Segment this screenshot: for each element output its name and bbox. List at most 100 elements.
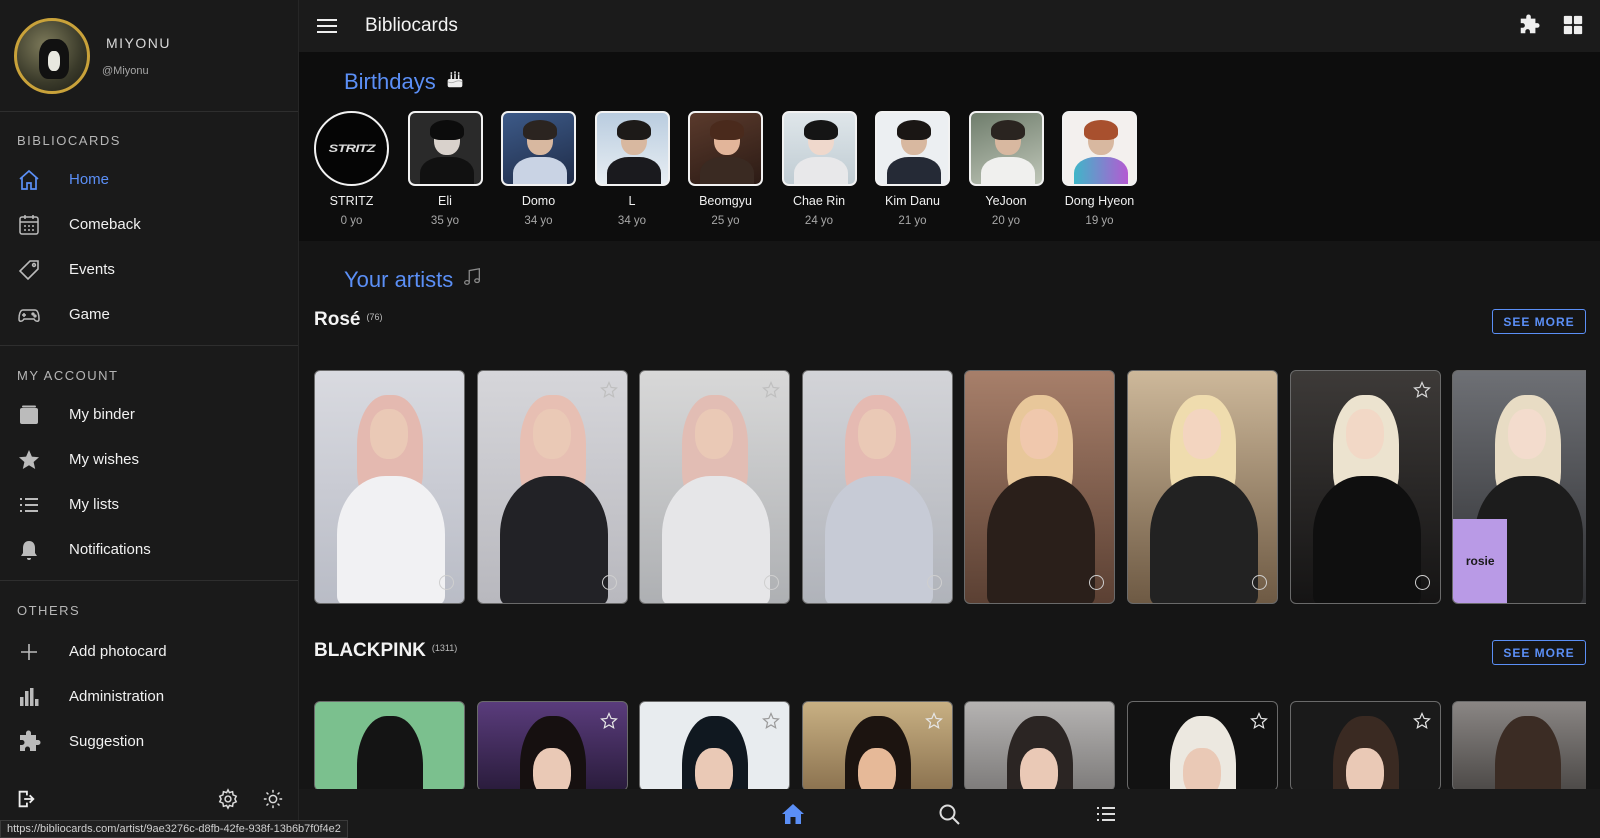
- app-title: Bibliocards: [365, 15, 458, 36]
- sidebar-item-my-wishes[interactable]: My wishes: [0, 437, 298, 482]
- birthday-name: Eli: [438, 194, 452, 208]
- photocard[interactable]: [1126, 370, 1278, 604]
- birthday-age: 35 yo: [430, 215, 460, 227]
- theme-toggle-icon[interactable]: [262, 788, 284, 810]
- card-row-rose: rosie: [314, 370, 1586, 604]
- sidebar-item-my-binder[interactable]: My binder: [0, 392, 298, 437]
- collect-checkbox-icon[interactable]: [764, 575, 780, 590]
- star-icon: [17, 448, 41, 472]
- photocard[interactable]: [801, 701, 953, 789]
- wishlist-star-icon[interactable]: [1412, 381, 1431, 399]
- birthday-item[interactable]: YeJoon 20 yo: [968, 111, 1044, 227]
- photocard[interactable]: [801, 370, 953, 604]
- sidebar-item-comeback[interactable]: Comeback: [0, 202, 298, 247]
- divider: [0, 580, 298, 581]
- birthdays-section: Birthdays STRITZ STRITZ 0 yo Eli 35 yo D…: [299, 52, 1600, 241]
- list-icon: [17, 493, 41, 517]
- search-icon[interactable]: [937, 802, 961, 826]
- calendar-icon: [17, 213, 41, 237]
- collect-checkbox-icon[interactable]: [1414, 575, 1430, 590]
- birthday-photo: [501, 111, 576, 186]
- settings-icon[interactable]: [217, 788, 239, 810]
- wishlist-star-icon[interactable]: [762, 381, 781, 399]
- photocard[interactable]: [314, 370, 465, 604]
- sidebar-item-administration[interactable]: Administration: [0, 674, 298, 719]
- wishlist-star-icon[interactable]: [599, 712, 618, 730]
- puzzle-icon: [17, 730, 41, 754]
- list-icon[interactable]: [1094, 802, 1118, 826]
- sidebar-item-events[interactable]: Events: [0, 247, 298, 292]
- birthday-item[interactable]: Domo 34 yo: [501, 111, 576, 227]
- grid-view-icon[interactable]: [1562, 14, 1584, 36]
- birthday-photo: [781, 111, 857, 186]
- section-label-bibliocards: BIBLIOCARDS: [17, 133, 121, 148]
- puzzle-icon[interactable]: [1518, 14, 1540, 36]
- section-label-my-account: MY ACCOUNT: [17, 368, 119, 383]
- birthday-item[interactable]: L 34 yo: [594, 111, 670, 227]
- birthday-item[interactable]: Dong Hyeon 19 yo: [1062, 111, 1137, 227]
- group-name[interactable]: Rosé (76): [314, 309, 382, 331]
- see-more-button[interactable]: SEE MORE: [1492, 640, 1586, 665]
- birthday-name: Domo: [521, 194, 556, 208]
- photocard[interactable]: rosie: [1452, 370, 1586, 604]
- profile-handle: @Miyonu: [102, 64, 149, 77]
- hamburger-menu-icon[interactable]: [315, 14, 339, 38]
- wishlist-star-icon[interactable]: [1250, 712, 1268, 730]
- sidebar-item-label: Game: [69, 306, 110, 323]
- photocard[interactable]: [314, 701, 465, 789]
- birthday-list: STRITZ STRITZ 0 yo Eli 35 yo Domo 34 yo …: [314, 111, 1137, 227]
- birthday-item[interactable]: Eli 35 yo: [407, 111, 483, 227]
- collect-checkbox-icon[interactable]: [926, 575, 942, 590]
- photocard[interactable]: [639, 370, 791, 604]
- profile-name: MIYONU: [106, 34, 171, 51]
- group-count: (1311): [431, 643, 458, 653]
- birthday-item[interactable]: STRITZ STRITZ 0 yo: [314, 111, 389, 227]
- photocard[interactable]: [476, 370, 628, 604]
- sidebar-item-home[interactable]: Home: [0, 157, 298, 202]
- wishlist-star-icon[interactable]: [1412, 712, 1431, 730]
- see-more-button[interactable]: SEE MORE: [1492, 309, 1586, 334]
- collect-checkbox-icon[interactable]: [1089, 575, 1105, 590]
- birthday-age: 34 yo: [524, 215, 553, 227]
- wishlist-star-icon[interactable]: [599, 381, 618, 399]
- wishlist-star-icon[interactable]: [924, 712, 943, 730]
- collect-checkbox-icon[interactable]: [439, 575, 454, 590]
- photocard[interactable]: [639, 701, 791, 789]
- birthday-logo: STRITZ: [314, 111, 389, 186]
- photocard[interactable]: [964, 701, 1116, 789]
- sidebar-item-game[interactable]: Game: [0, 292, 298, 337]
- sidebar-item-label: Notifications: [69, 541, 151, 558]
- birthday-photo: [1062, 111, 1137, 186]
- birthday-name: Dong Hyeon: [1064, 194, 1135, 208]
- birthday-item[interactable]: Beomgyu 25 yo: [688, 111, 763, 227]
- photocard[interactable]: [476, 701, 628, 789]
- birthday-name: Beomgyu: [699, 194, 752, 208]
- sidebar-item-notifications[interactable]: Notifications: [0, 527, 298, 572]
- group-name[interactable]: BLACKPINK (1311): [314, 640, 457, 662]
- sidebar-item-label: Add photocard: [69, 643, 167, 660]
- photocard[interactable]: [1452, 701, 1586, 789]
- logout-icon[interactable]: [15, 788, 37, 810]
- sidebar-item-my-lists[interactable]: My lists: [0, 482, 298, 527]
- collect-checkbox-icon[interactable]: [601, 575, 617, 590]
- photocard[interactable]: [1126, 701, 1278, 789]
- sidebar-item-suggestion[interactable]: Suggestion: [0, 719, 298, 764]
- photocard[interactable]: [1289, 370, 1441, 604]
- card-row-blackpink: [314, 701, 1586, 789]
- birthday-name: L: [628, 194, 636, 208]
- photocard[interactable]: [964, 370, 1116, 604]
- collect-checkbox-icon[interactable]: [1251, 575, 1267, 590]
- photocard[interactable]: [1289, 701, 1441, 789]
- plus-icon: [17, 640, 41, 664]
- your-artists-title: Your artists: [344, 266, 483, 294]
- avatar[interactable]: [14, 17, 90, 94]
- birthday-age: 0 yo: [340, 215, 363, 227]
- sidebar-item-add-photocard[interactable]: Add photocard: [0, 629, 298, 674]
- birthday-age: 25 yo: [711, 215, 740, 227]
- sidebar-item-label: Suggestion: [69, 733, 145, 750]
- birthday-item[interactable]: Kim Danu 21 yo: [875, 111, 950, 227]
- wishlist-star-icon[interactable]: [762, 712, 781, 730]
- birthday-item[interactable]: Chae Rin 24 yo: [781, 111, 857, 227]
- home-icon[interactable]: [781, 802, 805, 826]
- profile-header[interactable]: MIYONU @Miyonu: [0, 0, 298, 112]
